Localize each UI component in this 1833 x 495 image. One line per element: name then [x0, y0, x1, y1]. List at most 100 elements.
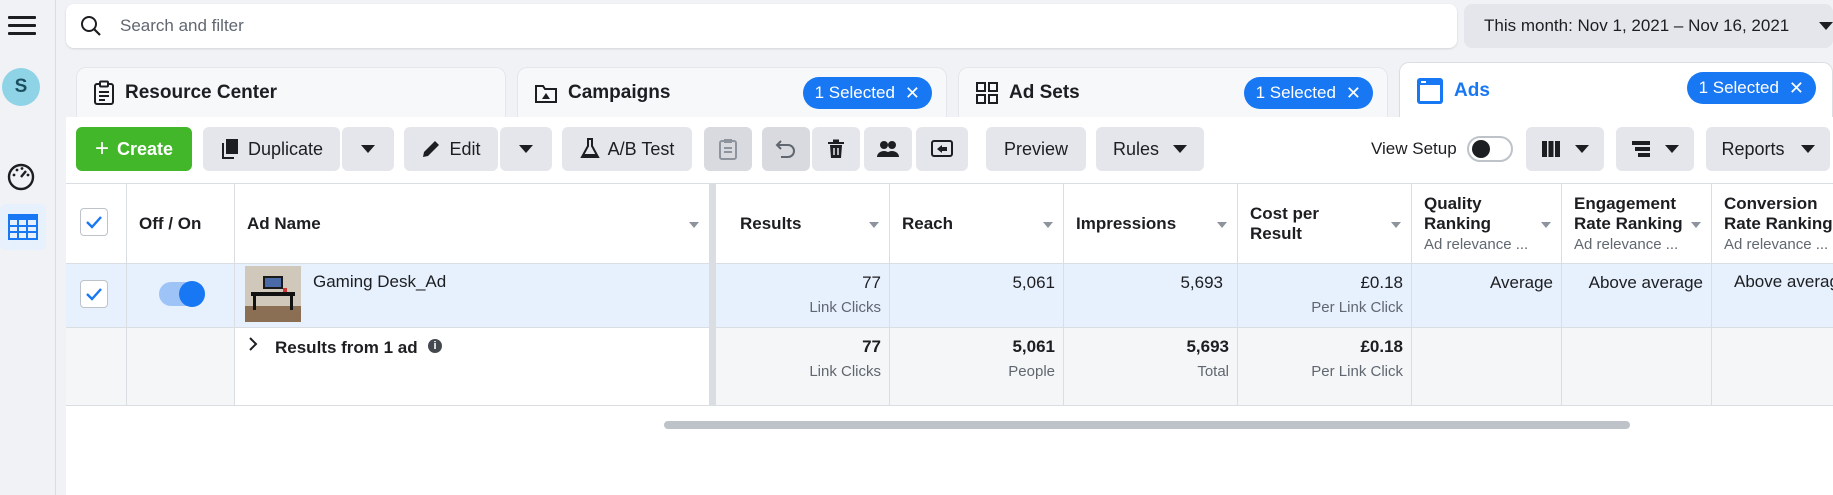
sort-icon[interactable]: [689, 222, 699, 228]
select-all-checkbox[interactable]: [80, 208, 108, 236]
ad-name-text[interactable]: Gaming Desk_Ad: [313, 272, 446, 292]
ads-table: Off / On Ad Name Results Reach Impressio…: [66, 183, 1833, 429]
column-header-conversion-ranking[interactable]: Conversion Rate Ranking Ad relevance ...: [1712, 184, 1833, 264]
chevron-right-icon[interactable]: [247, 336, 259, 357]
summary-empty-cell: [66, 328, 127, 406]
tab-label: Resource Center: [125, 81, 278, 103]
share-preview-icon: [931, 140, 953, 157]
ad-on-off-toggle[interactable]: [159, 281, 205, 307]
column-label: Ad Name: [247, 214, 321, 233]
preview-share-button[interactable]: [916, 127, 968, 171]
row-reach-cell: 5,061: [890, 264, 1064, 328]
search-input[interactable]: [120, 16, 1320, 36]
duplicate-label: Duplicate: [247, 138, 324, 159]
horizontal-scrollbar[interactable]: [664, 421, 1630, 429]
sort-icon[interactable]: [1217, 222, 1227, 228]
delete-button[interactable]: [812, 127, 860, 171]
toolbar: + Create Duplicate Edit A/B Test Preview…: [66, 117, 1833, 183]
sort-icon[interactable]: [869, 222, 879, 228]
breakdown-button[interactable]: [1616, 127, 1694, 171]
search-bar[interactable]: [66, 4, 1457, 48]
avatar[interactable]: S: [2, 68, 40, 106]
edit-button[interactable]: Edit: [404, 127, 498, 171]
row-cost-cell: £0.18 Per Link Click: [1238, 264, 1412, 328]
sort-icon[interactable]: [1541, 222, 1551, 228]
plus-icon: +: [94, 135, 109, 162]
column-header-ad-name[interactable]: Ad Name: [235, 184, 710, 264]
tab-resource-center[interactable]: Resource Center: [76, 67, 506, 117]
column-label-line: Conversion: [1724, 194, 1818, 213]
engagement-value: Above average: [1588, 273, 1703, 292]
rules-button[interactable]: Rules: [1096, 127, 1204, 171]
column-label: Cost per Result: [1250, 204, 1319, 244]
selected-pill[interactable]: 1 Selected ✕: [1243, 77, 1373, 109]
column-label-line: Engagement: [1574, 194, 1677, 213]
row-ad-name-cell: Gaming Desk_Ad: [235, 264, 710, 328]
close-icon[interactable]: ✕: [1346, 84, 1361, 102]
info-icon[interactable]: i: [428, 339, 442, 353]
date-range-label: This month: Nov 1, 2021 – Nov 16, 2021: [1484, 16, 1790, 35]
sort-icon[interactable]: [1391, 222, 1401, 228]
column-header-results[interactable]: Results: [716, 184, 890, 264]
view-setup-label: View Setup: [1371, 139, 1457, 158]
audience-button[interactable]: [864, 127, 912, 171]
ab-test-label: A/B Test: [607, 138, 675, 159]
breakdown-icon: [1632, 141, 1650, 157]
columns-button[interactable]: [1526, 127, 1604, 171]
people-icon: [877, 141, 899, 157]
ab-test-button[interactable]: A/B Test: [562, 127, 692, 171]
tab-ads[interactable]: Ads 1 Selected ✕: [1399, 62, 1833, 118]
column-header-cost-per-result[interactable]: Cost per Result: [1238, 184, 1412, 264]
column-label: Quality Ranking Ad relevance ...: [1424, 194, 1528, 255]
ad-icon: [1416, 77, 1444, 105]
selected-label: 1 Selected: [814, 83, 895, 102]
reports-label: Reports: [1721, 138, 1785, 159]
grid-icon: [975, 81, 999, 105]
column-header-engagement-ranking[interactable]: Engagement Rate Ranking Ad relevance ...: [1562, 184, 1712, 264]
summary-label-cell: Results from 1 ad i: [235, 328, 710, 406]
selected-pill[interactable]: 1 Selected ✕: [1686, 72, 1816, 104]
reports-button[interactable]: Reports: [1706, 127, 1830, 171]
selected-label: 1 Selected: [1698, 78, 1779, 97]
pencil-icon: [423, 141, 440, 157]
view-setup-toggle[interactable]: View Setup: [1371, 127, 1513, 171]
column-header-impressions[interactable]: Impressions: [1064, 184, 1238, 264]
column-label: Conversion Rate Ranking Ad relevance ...: [1724, 194, 1833, 255]
column-label: Results: [740, 214, 802, 233]
summary-impressions-cell: 5,693 Total: [1064, 328, 1238, 406]
tab-campaigns[interactable]: Campaigns 1 Selected ✕: [517, 67, 947, 117]
row-impressions-cell: 5,693: [1064, 264, 1238, 328]
column-header-quality-ranking[interactable]: Quality Ranking Ad relevance ...: [1412, 184, 1562, 264]
summary-reach-unit: People: [1008, 363, 1055, 380]
cost-value: £0.18: [1360, 273, 1403, 292]
table-icon[interactable]: [0, 204, 46, 250]
selected-pill[interactable]: 1 Selected ✕: [802, 77, 932, 109]
row-checkbox[interactable]: [80, 280, 108, 308]
edit-dropdown[interactable]: [500, 127, 552, 171]
chevron-down-icon: [1173, 145, 1188, 153]
preview-button[interactable]: Preview: [986, 127, 1086, 171]
column-label: Reach: [902, 214, 954, 233]
tab-ad-sets[interactable]: Ad Sets 1 Selected ✕: [958, 67, 1388, 117]
duplicate-dropdown[interactable]: [342, 127, 394, 171]
row-toggle-cell: [127, 264, 235, 328]
summary-results-value: 77: [862, 337, 881, 356]
column-sublabel: Ad relevance ...: [1724, 236, 1829, 253]
close-icon[interactable]: ✕: [1789, 79, 1804, 97]
sort-icon[interactable]: [1043, 222, 1053, 228]
undo-button[interactable]: [762, 127, 810, 171]
clipboard-button[interactable]: [704, 127, 752, 171]
date-range-picker[interactable]: This month: Nov 1, 2021 – Nov 16, 2021: [1464, 4, 1833, 48]
conversion-value: Above average: [1734, 272, 1833, 291]
toggle-switch[interactable]: [1466, 136, 1513, 162]
create-button[interactable]: + Create: [76, 127, 192, 171]
duplicate-button[interactable]: Duplicate: [203, 127, 340, 171]
close-icon[interactable]: ✕: [905, 84, 920, 102]
gauge-icon[interactable]: [5, 160, 37, 192]
menu-icon[interactable]: [8, 12, 36, 38]
column-header-off-on[interactable]: Off / On: [127, 184, 235, 264]
ad-thumbnail[interactable]: [245, 266, 301, 322]
chevron-down-icon: [1575, 145, 1589, 153]
column-header-reach[interactable]: Reach: [890, 184, 1064, 264]
sort-icon[interactable]: [1691, 222, 1701, 228]
